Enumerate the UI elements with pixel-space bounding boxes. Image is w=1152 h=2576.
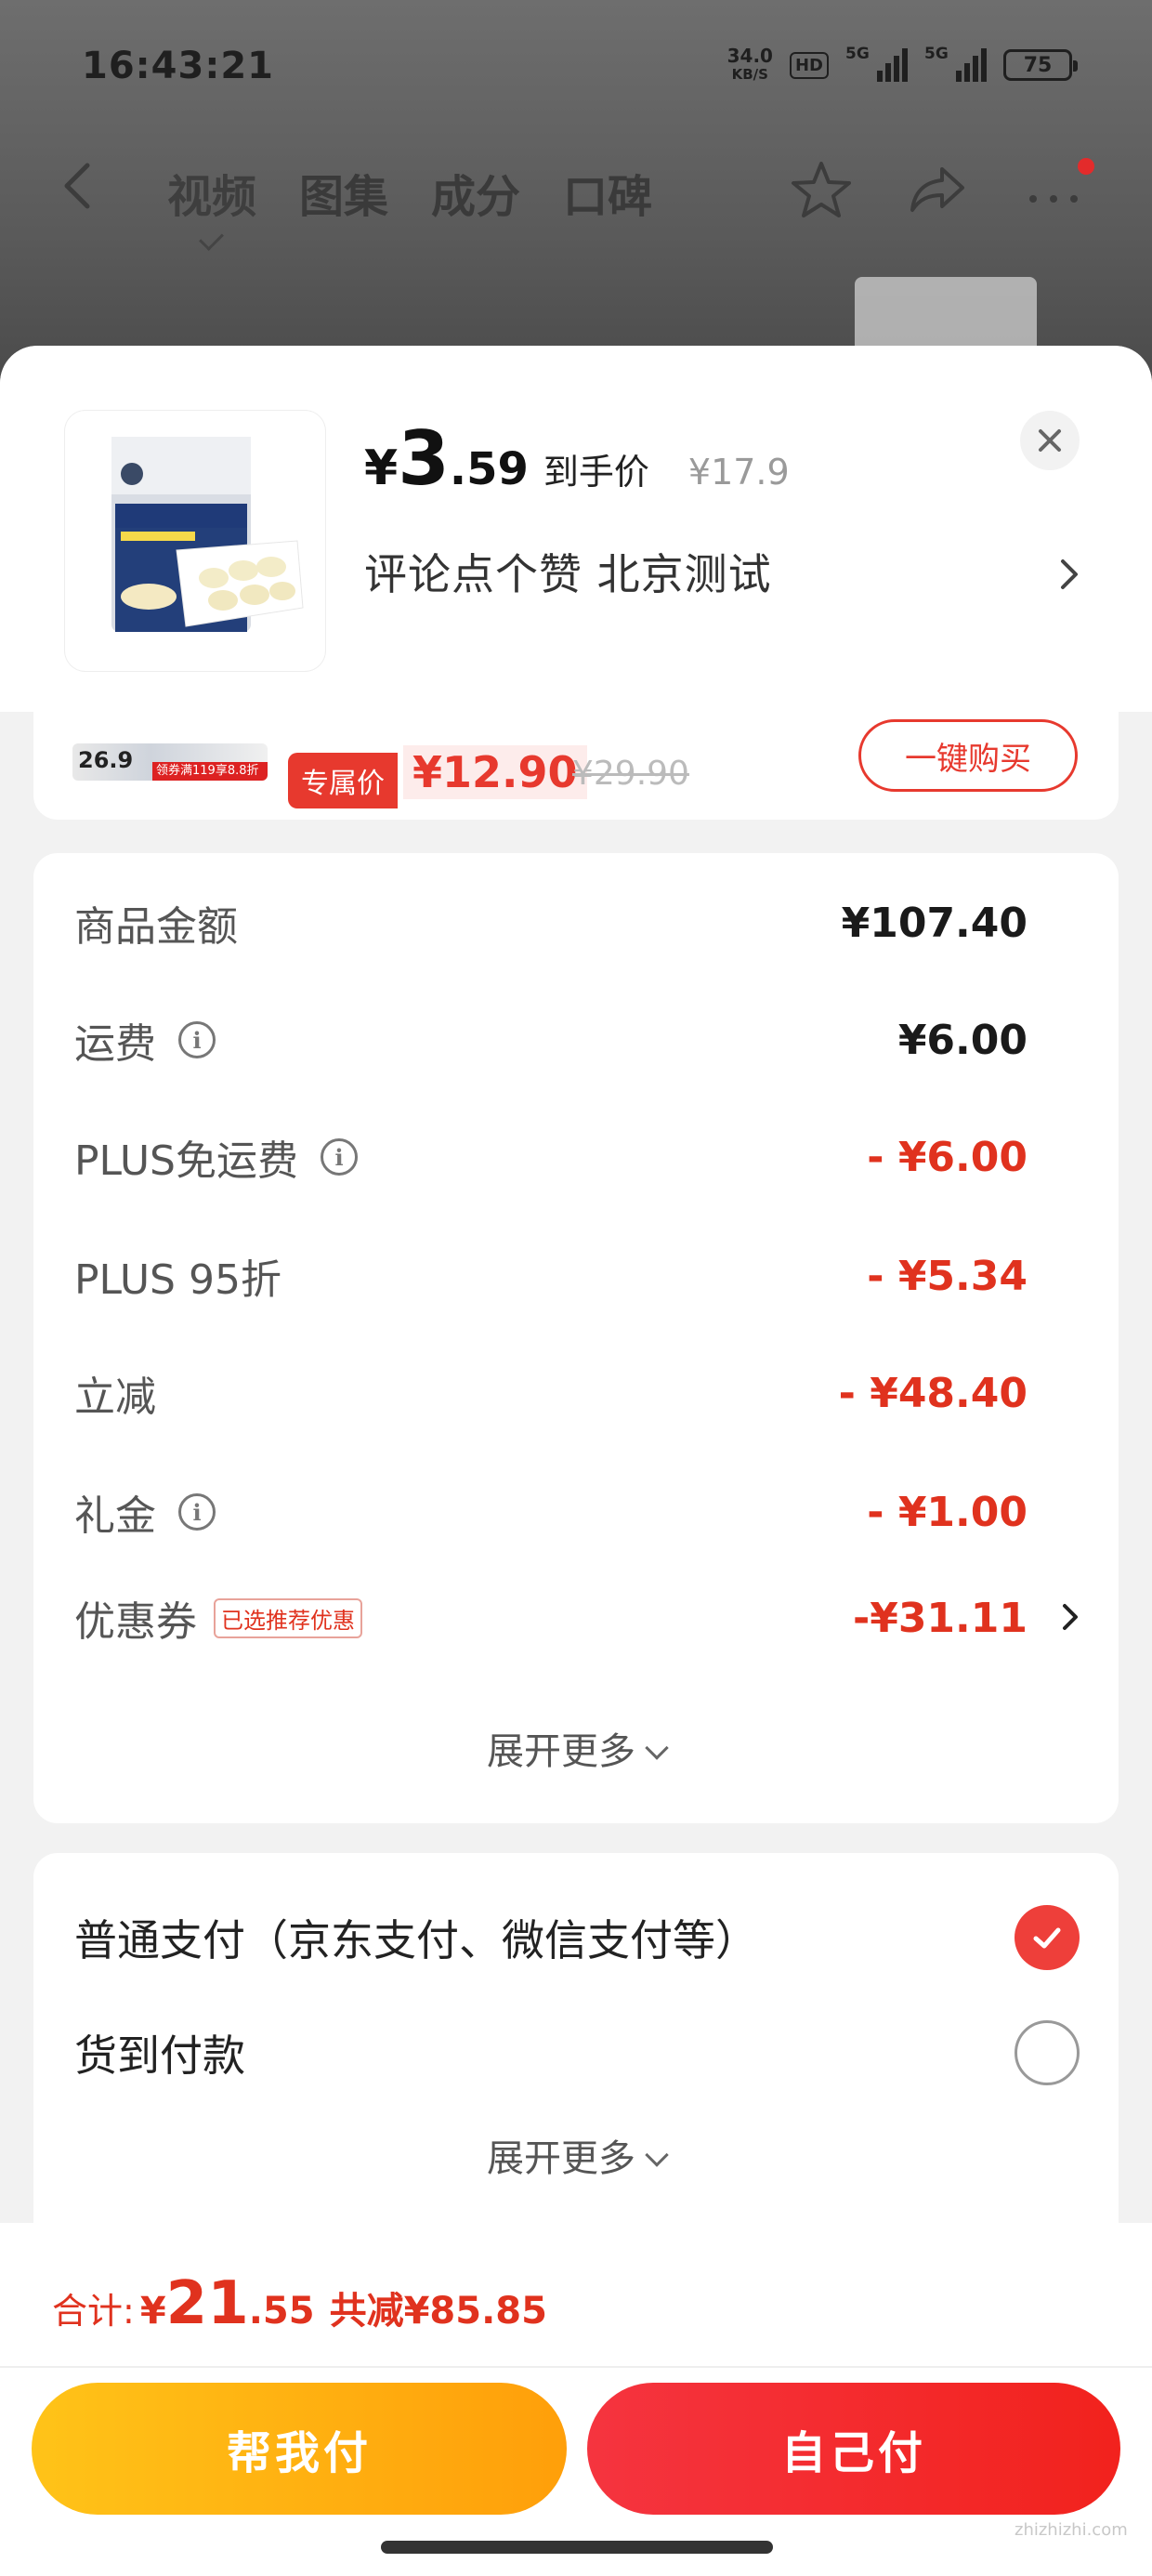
price-decimal: .59 [449,443,529,495]
info-icon[interactable]: i [178,1021,216,1058]
network-speed-unit: KB/S [731,66,768,83]
status-time: 16:43:21 [82,45,274,87]
price-integer: 3 [398,415,450,502]
payment-option-cod[interactable]: 货到付款 [74,2011,1080,2095]
tab-ingredients[interactable]: 成分 [431,160,520,225]
summary-label: 礼金 [74,1492,156,1540]
payment-option-online[interactable]: 普通支付（京东支付、微信支付等） [74,1896,1080,1979]
original-price: ¥17.9 [687,452,790,493]
price-symbol: ¥ [364,440,399,496]
payment-option-label: 货到付款 [74,2031,245,2081]
summary-value: ¥107.40 [841,899,1028,947]
summary-value: - ¥48.40 [838,1369,1028,1417]
total-decimal: .55 [248,2290,315,2333]
final-price-label: 到手价 [543,452,649,493]
total-saved: 共减¥85.85 [329,2290,547,2333]
summary-row-instant-off: 立减 - ¥48.40 [74,1360,1028,1426]
battery-icon: 75 [1003,49,1078,81]
summary-label: 运费 [74,1020,156,1068]
summary-value: - ¥5.34 [867,1252,1028,1300]
tab-gallery[interactable]: 图集 [299,160,388,225]
exclusive-price-badge: 专属价 [288,753,398,808]
summary-row-gift-money: 礼金 i - ¥1.00 [74,1479,1028,1544]
summary-row-shipping: 运费 i ¥6.00 [74,1007,1028,1072]
radio-unchecked-icon[interactable] [1015,2020,1080,2085]
status-bar: 16:43:21 34.0 KB/S HD 5G 5G 75 [0,0,1152,130]
close-icon [1039,429,1061,452]
summary-row-plus-discount: PLUS 95折 - ¥5.34 [74,1243,1028,1308]
summary-value: -¥31.11 [852,1594,1028,1642]
watermark: zhizhizhi.com [1015,2520,1128,2540]
exclusive-original-price: ¥29.90 [572,755,689,793]
network-speed-value: 34.0 [727,45,773,67]
summary-label-wrap: 礼金 i [74,1482,216,1542]
signal-icon: 5G [845,45,908,82]
total-integer: 21 [165,2269,249,2338]
summary-label-wrap: 优惠券 已选推荐优惠 [74,1588,362,1648]
coupon-selected-badge: 已选推荐优惠 [214,1597,362,1638]
home-indicator[interactable] [381,2541,773,2554]
product-image [65,411,325,671]
check-icon [1033,1927,1061,1949]
payment-method-card: 普通支付（京东支付、微信支付等） 货到付款 展开更多 [33,1853,1119,2253]
price-row: ¥ 3 .59 到手价 ¥17.9 [364,415,790,502]
hd-icon: HD [789,51,829,79]
payment-option-label: 普通支付（京东支付、微信支付等） [74,1915,758,1965]
divider [0,2366,1152,2368]
signal-icon-2: 5G [924,45,987,82]
info-icon[interactable]: i [178,1493,216,1531]
self-pay-button[interactable]: 自己付 [587,2383,1120,2515]
summary-label: PLUS 95折 [74,1256,281,1304]
info-icon[interactable]: i [321,1138,358,1176]
top-nav: 视频 图集 成分 口碑 [0,139,1152,242]
back-icon[interactable] [56,158,102,214]
selected-spec[interactable]: 评论点个赞 北京测试 [364,541,772,602]
status-indicators: 34.0 KB/S HD 5G 5G 75 [727,45,1078,84]
chevron-right-icon[interactable] [1057,1598,1083,1636]
chevron-down-icon [645,1736,669,1760]
sheet-header: ¥ 3 .59 到手价 ¥17.9 评论点个赞 北京测试 [0,346,1152,712]
summary-label: 商品金额 [74,903,238,951]
expand-more-label: 展开更多 [487,1730,635,1773]
network-speed: 34.0 KB/S [727,46,773,84]
signal-label-2: 5G [924,45,949,63]
summary-label: PLUS免运费 [74,1137,298,1185]
expand-more-label: 展开更多 [487,2137,635,2180]
chevron-right-icon[interactable] [1054,552,1087,597]
checkout-bottom-bar: 合计: ¥ 21 .55 共减¥85.85 帮我付 自己付 [0,2223,1152,2576]
summary-value: - ¥1.00 [867,1488,1028,1536]
summary-label: 立减 [74,1373,156,1421]
summary-label-wrap: 运费 i [74,1010,216,1070]
tab-video[interactable]: 视频 [167,160,256,225]
tab-reviews[interactable]: 口碑 [563,160,652,225]
thumbnail-promo: 领券满119享8.8折 [152,762,268,781]
total-label: 合计: [52,2291,135,2332]
radio-checked-icon[interactable] [1015,1905,1080,1970]
notification-dot [1078,158,1094,175]
summary-value: - ¥6.00 [867,1133,1028,1181]
order-summary-card: 商品金额 ¥107.40 运费 i ¥6.00 PLUS免运费 i - ¥6.0… [33,853,1119,1823]
help-pay-button[interactable]: 帮我付 [32,2383,567,2515]
nav-tabs: 视频 图集 成分 口碑 [167,160,652,225]
product-package-illustration [111,437,304,632]
summary-value: ¥6.00 [897,1016,1028,1064]
share-icon[interactable] [905,156,972,223]
summary-row-goods: 商品金额 ¥107.40 [74,890,1028,955]
chevron-down-icon [645,2143,669,2167]
summary-row-plus-free-shipping: PLUS免运费 i - ¥6.00 [74,1124,1028,1189]
summary-label: 优惠券 [74,1598,197,1646]
star-icon[interactable] [788,156,855,223]
exclusive-price: ¥12.90 [403,745,587,799]
summary-row-coupon[interactable]: 优惠券 已选推荐优惠 -¥31.11 [74,1585,1078,1650]
summary-label-wrap: PLUS免运费 i [74,1127,358,1187]
thumbnail-price: 26.9 [78,747,134,773]
close-button[interactable] [1020,411,1080,470]
signal-label: 5G [845,45,870,63]
recommended-item-thumbnail: 26.9 领券满119享8.8折 [72,743,268,781]
one-click-buy-button[interactable]: 一键购买 [858,719,1078,792]
expand-more-button[interactable]: 展开更多 [33,1721,1119,1775]
total-row: 合计: ¥ 21 .55 共减¥85.85 [52,2269,547,2338]
expand-more-button[interactable]: 展开更多 [33,2128,1119,2182]
total-symbol: ¥ [139,2290,166,2333]
